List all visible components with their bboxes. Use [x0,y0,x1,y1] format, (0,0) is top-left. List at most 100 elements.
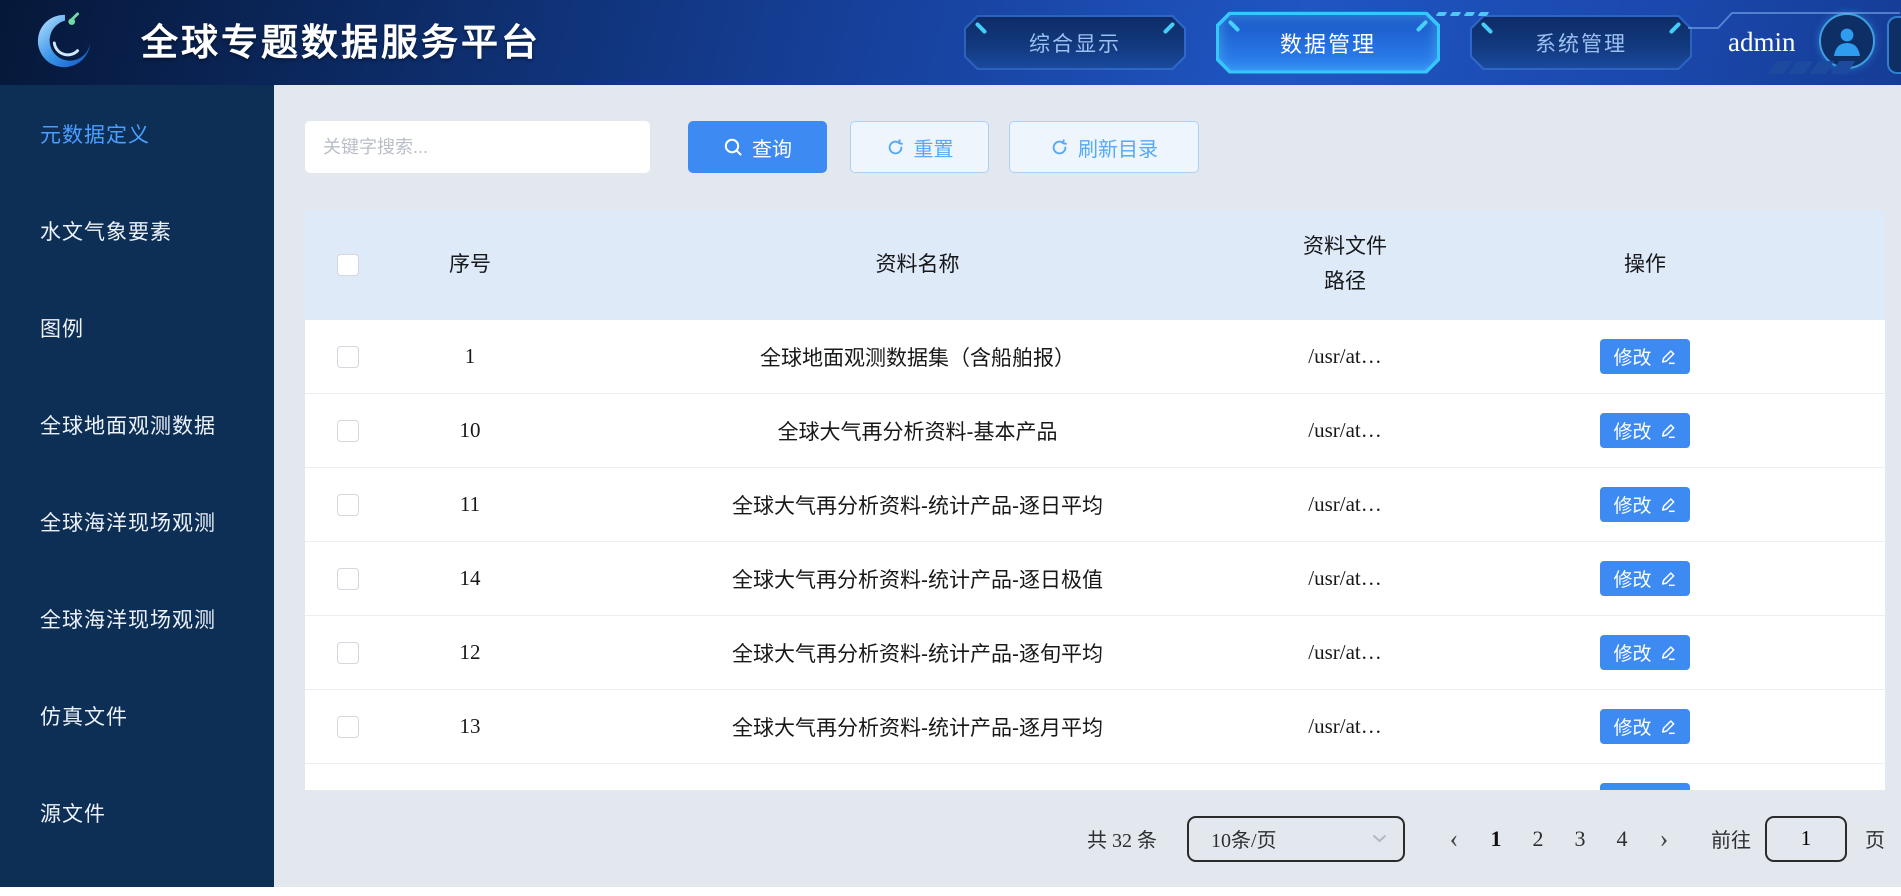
column-header-path: 资料文件 路径 [1285,210,1405,320]
pencil-icon [1661,720,1675,735]
row-name-cell: 全球大气再分析资料数据集 [550,763,1285,790]
corner-tick-decoration [975,22,988,35]
row-path-cell: /usr/at… [1285,689,1405,764]
row-checkbox[interactable] [336,641,359,664]
edit-button[interactable]: 修改 [1600,635,1690,670]
corner-tick-decoration [1416,19,1429,32]
row-id-cell: 10 [390,393,550,468]
page-list: 1234 [1475,816,1643,862]
row-path-cell: /usr/at… [1285,541,1405,616]
edit-button[interactable]: 修改 [1600,561,1690,596]
page-number-button[interactable]: 2 [1517,816,1559,862]
row-checkbox[interactable] [336,419,359,442]
reset-button-label: 重置 [913,138,954,161]
user-icon [1834,28,1860,56]
table-row: 11 全球大气再分析资料-统计产品-逐日平均 /usr/at… 修改 [305,467,1885,542]
row-checkbox[interactable] [336,345,359,368]
sidebar-item-label: 全球海洋现场观测 [40,511,216,535]
edit-button[interactable]: 修改 [1600,339,1690,374]
sidebar-item[interactable]: 源文件 [0,764,274,861]
query-button-label: 查询 [752,138,792,161]
sidebar-item[interactable]: 水文气象要素 [0,182,274,279]
goto-page-input[interactable] [1765,815,1847,862]
table-body: 1 全球地面观测数据集（含船舶报） /usr/at… 修改 10 全球大气再分析… [305,320,1885,790]
row-name-cell: 全球大气再分析资料-基本产品 [550,393,1285,468]
reset-button[interactable]: 重置 [850,121,989,173]
user-name[interactable]: admin [1728,0,1796,85]
header-nav-button[interactable]: 数据管理 [1216,12,1440,74]
page-number-button[interactable]: 4 [1601,816,1643,862]
row-name-cell: 全球大气再分析资料-统计产品-逐旬平均 [550,615,1285,690]
table-row: 10 全球大气再分析资料-基本产品 /usr/at… 修改 [305,393,1885,468]
row-id-cell: 1 [390,320,550,394]
edit-button[interactable]: 修改 [1600,709,1690,744]
header-nav-button[interactable]: 综合显示 [964,15,1186,70]
sidebar-item-label: 源文件 [40,802,106,826]
prev-page-button[interactable]: ‹ [1433,816,1475,862]
toolbar: 查询 重置 刷新目录 [305,121,1901,173]
sidebar-item-label: 全球海洋现场观测 [40,608,216,632]
header-edge-decoration [1887,16,1901,74]
edit-button[interactable]: 修改 [1600,487,1690,522]
page-number-button[interactable]: 3 [1559,816,1601,862]
edit-button-label: 修改 [1613,348,1652,369]
header-nav: 综合显示 数据管理 系统管理 [964,0,1692,85]
row-id-cell: 14 [390,541,550,616]
table-row: 13 全球大气再分析资料-统计产品-逐月平均 /usr/at… 修改 [305,689,1885,764]
sidebar-item[interactable]: 全球海洋现场观测 [0,473,274,570]
select-all-checkbox[interactable] [336,254,359,277]
page-title: 全球专题数据服务平台 [141,22,541,63]
search-input[interactable] [305,121,650,173]
sidebar-item[interactable]: 全球地面观测数据 [0,376,274,473]
corner-tick-decoration [1669,22,1682,35]
goto-page: 前往 页 [1711,815,1885,862]
table-row: 14 全球大气再分析资料-统计产品-逐日极值 /usr/at… 修改 [305,541,1885,616]
row-path-cell: /usr/at… [1285,763,1405,790]
row-name-cell: 全球地面观测数据集（含船舶报） [550,320,1285,394]
sidebar-item-label: 仿真文件 [40,705,128,729]
total-count-label: 共 32 条 [1087,830,1157,852]
row-path-cell: /usr/at… [1285,393,1405,468]
query-button[interactable]: 查询 [688,121,827,173]
header-nav-button[interactable]: 系统管理 [1470,15,1692,70]
page-size-select[interactable]: 10条/页 [1187,815,1405,862]
corner-tick-decoration [1228,19,1241,32]
sidebar-item[interactable]: 全球海洋现场观测 [0,570,274,667]
row-checkbox[interactable] [336,715,359,738]
platform-logo-icon [33,10,95,72]
refresh-ccw-icon [888,138,903,154]
pencil-icon [1661,646,1675,661]
row-path-cell: /usr/at… [1285,615,1405,690]
sidebar-item-label: 水文气象要素 [40,220,172,244]
pencil-icon [1661,424,1675,439]
corner-tick-decoration [1481,22,1494,35]
edit-button-label: 修改 [1613,570,1652,591]
sidebar-item[interactable]: 仿真文件 [0,667,274,764]
sidebar-item[interactable]: 元数据定义 [0,85,274,182]
sidebar-item[interactable]: 图例 [0,279,274,376]
column-header-id: 序号 [390,210,550,320]
sidebar-item-label: 图例 [40,317,84,341]
edit-button-label: 修改 [1613,496,1652,517]
next-page-button[interactable]: › [1643,816,1685,862]
edit-button-label: 修改 [1613,718,1652,739]
row-path-cell: /usr/at… [1285,467,1405,542]
avatar[interactable] [1819,13,1875,69]
table-header-row: 序号 资料名称 资料文件 路径 操作 [305,210,1885,320]
row-id-cell: 2 [390,763,550,790]
edit-button[interactable]: 修改 [1600,783,1690,790]
goto-label: 前往 [1711,830,1751,852]
page-unit-label: 页 [1865,830,1885,852]
column-header-action: 操作 [1405,210,1885,320]
pager: ‹ 1234 › [1433,816,1685,862]
row-name-cell: 全球大气再分析资料-统计产品-逐月平均 [550,689,1285,764]
row-checkbox[interactable] [336,567,359,590]
pencil-icon [1661,572,1675,587]
edit-button[interactable]: 修改 [1600,413,1690,448]
refresh-directory-button[interactable]: 刷新目录 [1009,121,1199,173]
pagination-bar: 共 32 条 10条/页 ‹ 1234 › 前往 页 [274,790,1901,887]
pencil-icon [1661,350,1675,365]
table-row: 1 全球地面观测数据集（含船舶报） /usr/at… 修改 [305,320,1885,394]
page-number-button[interactable]: 1 [1475,816,1517,862]
row-checkbox[interactable] [336,493,359,516]
